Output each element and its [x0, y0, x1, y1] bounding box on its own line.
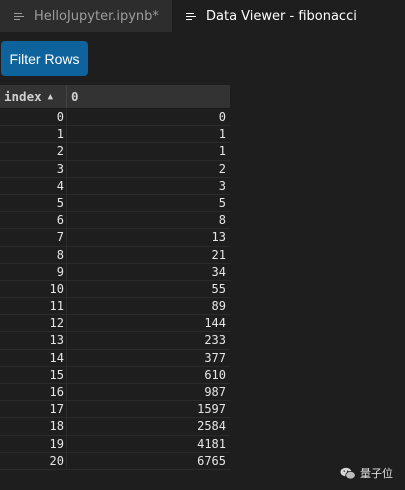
table-row[interactable]: 43	[0, 177, 230, 195]
index-cell: 8	[0, 246, 67, 263]
filter-rows-button[interactable]: Filter Rows	[1, 41, 88, 76]
index-cell: 17	[0, 401, 67, 418]
table-row[interactable]: 11	[0, 126, 230, 144]
file-lines-icon	[186, 12, 200, 20]
tab-data-viewer[interactable]: Data Viewer - fibonacci	[172, 0, 405, 32]
value-cell: 6765	[197, 453, 226, 468]
value-cell: 233	[204, 333, 226, 348]
column-header-0[interactable]: 0	[67, 85, 230, 108]
index-cell: 3	[0, 160, 67, 177]
index-cell: 16	[0, 384, 67, 401]
value-cell: 1597	[197, 402, 226, 417]
table-row[interactable]: 9 34	[0, 263, 230, 281]
column-header-index[interactable]: index ▲	[0, 85, 67, 108]
value-cell: 89	[211, 299, 226, 314]
value-cell: 377	[204, 350, 226, 365]
column-header-label: 0	[71, 89, 79, 104]
table-row[interactable]: 55	[0, 194, 230, 213]
table-row[interactable]: 7 13	[0, 229, 230, 247]
index-cell: 20	[0, 452, 67, 469]
index-cell: 0	[0, 109, 67, 126]
value-cell: 4181	[197, 436, 226, 451]
tab-hellojupyter[interactable]: HelloJupyter.ipynb*	[0, 0, 172, 32]
value-cell: 2584	[197, 419, 226, 434]
value-cell: 34	[211, 264, 226, 279]
table-row[interactable]: 00	[0, 109, 230, 127]
index-cell: 12	[0, 315, 67, 332]
tab-label: Data Viewer - fibonacci	[206, 8, 357, 24]
value-cell: 13	[211, 230, 226, 245]
table-row[interactable]: 32	[0, 160, 230, 178]
value-cell: 21	[211, 247, 226, 262]
index-cell: 4	[0, 177, 67, 194]
table-row[interactable]: 68	[0, 212, 230, 230]
index-cell: 18	[0, 418, 67, 435]
table-row[interactable]: 19 4181	[0, 435, 230, 453]
value-cell: 987	[204, 385, 226, 399]
grid-header: index ▲ 0	[0, 85, 230, 109]
table-row[interactable]: 14 377	[0, 349, 230, 367]
value-cell: 3	[218, 178, 226, 193]
table-row[interactable]: 20 6765	[0, 452, 230, 470]
table-row[interactable]: 8 21	[0, 246, 230, 264]
watermark: 量子位	[340, 465, 393, 481]
index-cell: 14	[0, 349, 67, 366]
value-cell: 610	[204, 367, 226, 382]
value-cell: 1	[218, 144, 226, 159]
index-cell: 2	[0, 143, 67, 160]
sort-ascending-icon: ▲	[47, 91, 54, 102]
index-cell: 6	[0, 212, 67, 229]
table-row[interactable]: 18 2584	[0, 418, 230, 436]
watermark-text: 量子位	[360, 467, 393, 480]
table-row[interactable]: 16 987	[0, 384, 230, 402]
index-cell: 15	[0, 366, 67, 383]
table-row[interactable]: 17 1597	[0, 401, 230, 419]
editor-tab-bar: HelloJupyter.ipynb* Data Viewer - fibona…	[0, 0, 405, 32]
index-cell: 13	[0, 332, 67, 349]
index-cell: 9	[0, 263, 67, 280]
table-row[interactable]: 10 55	[0, 280, 230, 299]
value-cell: 2	[218, 161, 226, 176]
file-lines-icon	[14, 12, 28, 20]
index-cell: 7	[0, 229, 67, 246]
table-row[interactable]: 13 233	[0, 332, 230, 350]
value-cell: 8	[218, 213, 226, 228]
value-cell: 0	[218, 110, 226, 124]
column-header-label: index	[4, 89, 42, 104]
value-cell: 1	[218, 127, 226, 142]
index-cell: 19	[0, 435, 67, 452]
index-cell: 1	[0, 126, 67, 143]
index-cell: 10	[0, 280, 67, 298]
value-cell: 144	[204, 316, 226, 331]
grid-body: 0 0 1 1 2 1 3 2 4 3 5 5 6 8 7 13 8 21 9 34 10 55 11 89 12 144 13 23…	[0, 109, 230, 470]
value-cell: 5	[218, 195, 226, 210]
tab-label: HelloJupyter.ipynb*	[34, 8, 159, 24]
table-row[interactable]: 15 610	[0, 366, 230, 384]
index-cell: 5	[0, 194, 67, 212]
data-grid: index ▲ 0 0 0 1 1 2 1 3 2 4 3 5 5 6 8 7 13 8 21 9 34 10 55 11 8…	[0, 85, 230, 470]
wechat-icon	[340, 467, 356, 479]
index-cell: 11	[0, 298, 67, 315]
table-row[interactable]: 11 89	[0, 298, 230, 316]
table-row[interactable]: 21	[0, 143, 230, 161]
table-row[interactable]: 12 144	[0, 315, 230, 333]
value-cell: 55	[211, 281, 226, 296]
